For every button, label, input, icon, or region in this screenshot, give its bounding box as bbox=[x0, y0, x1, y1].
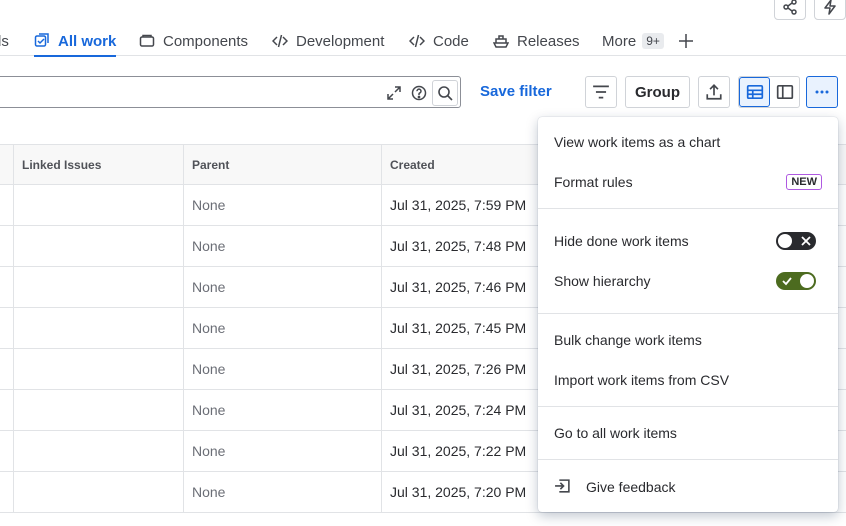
parent-cell[interactable]: None bbox=[184, 267, 382, 307]
linked-issues-cell[interactable] bbox=[14, 267, 184, 307]
menu-item-view-chart[interactable]: View work items as a chart bbox=[554, 134, 720, 150]
table-cell bbox=[0, 267, 14, 307]
show-hierarchy-toggle[interactable] bbox=[776, 272, 816, 290]
tab-releases[interactable]: Releases bbox=[493, 26, 580, 56]
automation-button[interactable] bbox=[814, 0, 846, 20]
components-icon bbox=[139, 34, 155, 47]
menu-item-bulk-change[interactable]: Bulk change work items bbox=[554, 332, 702, 348]
tab-partial[interactable]: ls bbox=[0, 26, 9, 56]
parent-cell[interactable]: None bbox=[184, 226, 382, 266]
parent-cell[interactable]: None bbox=[184, 308, 382, 348]
tab-development[interactable]: Development bbox=[272, 26, 384, 56]
linked-issues-cell[interactable] bbox=[14, 185, 184, 225]
export-button[interactable] bbox=[698, 76, 730, 108]
table-cell bbox=[0, 390, 14, 430]
toggle-knob bbox=[778, 234, 792, 248]
table-icon bbox=[746, 84, 763, 100]
table-cell bbox=[0, 308, 14, 348]
ship-icon bbox=[493, 35, 509, 48]
lightning-icon bbox=[824, 0, 836, 15]
share-icon bbox=[783, 0, 797, 15]
menu-item-hide-done[interactable]: Hide done work items bbox=[554, 233, 689, 249]
new-badge: NEW bbox=[786, 174, 822, 190]
column-header-partial bbox=[0, 145, 14, 185]
more-count-badge: 9+ bbox=[642, 33, 664, 49]
question-icon bbox=[411, 85, 427, 101]
filter-lines-icon bbox=[593, 85, 609, 99]
parent-cell[interactable]: None bbox=[184, 431, 382, 471]
tab-all-work[interactable]: All work bbox=[34, 26, 117, 57]
tab-label: All work bbox=[58, 32, 117, 50]
menu-item-go-all[interactable]: Go to all work items bbox=[554, 425, 677, 441]
linked-issues-cell[interactable] bbox=[14, 226, 184, 266]
linked-issues-cell[interactable] bbox=[14, 431, 184, 471]
table-cell bbox=[0, 472, 14, 512]
ellipsis-icon bbox=[815, 90, 829, 94]
menu-divider bbox=[538, 208, 838, 209]
feedback-label: Give feedback bbox=[586, 478, 676, 495]
parent-cell[interactable]: None bbox=[184, 349, 382, 389]
upload-icon bbox=[706, 84, 722, 100]
detail-view-button[interactable] bbox=[770, 77, 799, 107]
plus-icon bbox=[679, 34, 693, 48]
feedback-icon bbox=[555, 479, 570, 493]
linked-issues-cell[interactable] bbox=[14, 390, 184, 430]
panel-icon bbox=[776, 84, 793, 100]
check-icon bbox=[780, 274, 794, 288]
menu-divider bbox=[538, 313, 838, 314]
tab-label: Releases bbox=[517, 32, 580, 50]
tab-label: More bbox=[602, 32, 637, 50]
menu-divider bbox=[538, 459, 838, 460]
group-label: Group bbox=[635, 83, 680, 101]
expand-icon bbox=[387, 86, 401, 100]
linked-issues-cell[interactable] bbox=[14, 308, 184, 348]
linked-issues-cell[interactable] bbox=[14, 472, 184, 512]
share-button[interactable] bbox=[774, 0, 806, 20]
menu-item-import-csv[interactable]: Import work items from CSV bbox=[554, 372, 729, 388]
help-button[interactable] bbox=[409, 83, 429, 103]
menu-item-feedback[interactable]: Give feedback bbox=[554, 478, 676, 495]
search-input[interactable] bbox=[0, 76, 461, 108]
expand-button[interactable] bbox=[384, 83, 404, 103]
toggle-knob bbox=[800, 274, 814, 288]
more-actions-button[interactable] bbox=[806, 76, 838, 108]
parent-cell[interactable]: None bbox=[184, 185, 382, 225]
more-actions-menu: View work items as a chart Format rules … bbox=[538, 117, 838, 512]
view-toggle bbox=[738, 76, 800, 108]
list-view-button[interactable] bbox=[739, 77, 770, 107]
search-submit-button[interactable] bbox=[432, 80, 458, 106]
tab-components[interactable]: Components bbox=[139, 26, 248, 56]
parent-cell[interactable]: None bbox=[184, 390, 382, 430]
tab-label: ls bbox=[0, 32, 9, 50]
table-cell bbox=[0, 431, 14, 471]
add-tab-button[interactable] bbox=[678, 26, 702, 56]
filter-button[interactable] bbox=[585, 76, 617, 108]
project-tabs: ls All work Components Development Code … bbox=[0, 26, 846, 57]
hide-done-toggle[interactable] bbox=[776, 232, 816, 250]
menu-item-show-hierarchy[interactable]: Show hierarchy bbox=[554, 273, 651, 289]
menu-divider bbox=[538, 406, 838, 407]
code-icon bbox=[409, 34, 425, 48]
search-icon bbox=[438, 86, 453, 101]
column-header-linked-issues[interactable]: Linked Issues bbox=[14, 145, 184, 185]
parent-cell[interactable]: None bbox=[184, 472, 382, 512]
column-header-parent[interactable]: Parent bbox=[184, 145, 382, 185]
close-icon bbox=[799, 234, 813, 248]
tab-label: Components bbox=[163, 32, 249, 50]
checklist-icon bbox=[34, 33, 49, 47]
tab-code[interactable]: Code bbox=[409, 26, 469, 56]
table-cell bbox=[0, 349, 14, 389]
code-icon bbox=[272, 34, 288, 48]
tab-label: Code bbox=[433, 32, 469, 50]
group-button[interactable]: Group bbox=[625, 76, 690, 108]
linked-issues-cell[interactable] bbox=[14, 349, 184, 389]
tab-label: Development bbox=[296, 32, 385, 50]
tab-more[interactable]: More 9+ bbox=[602, 26, 664, 56]
menu-item-format-rules[interactable]: Format rules bbox=[554, 174, 633, 190]
save-filter-link[interactable]: Save filter bbox=[480, 83, 552, 100]
table-cell bbox=[0, 185, 14, 225]
table-cell bbox=[0, 226, 14, 266]
